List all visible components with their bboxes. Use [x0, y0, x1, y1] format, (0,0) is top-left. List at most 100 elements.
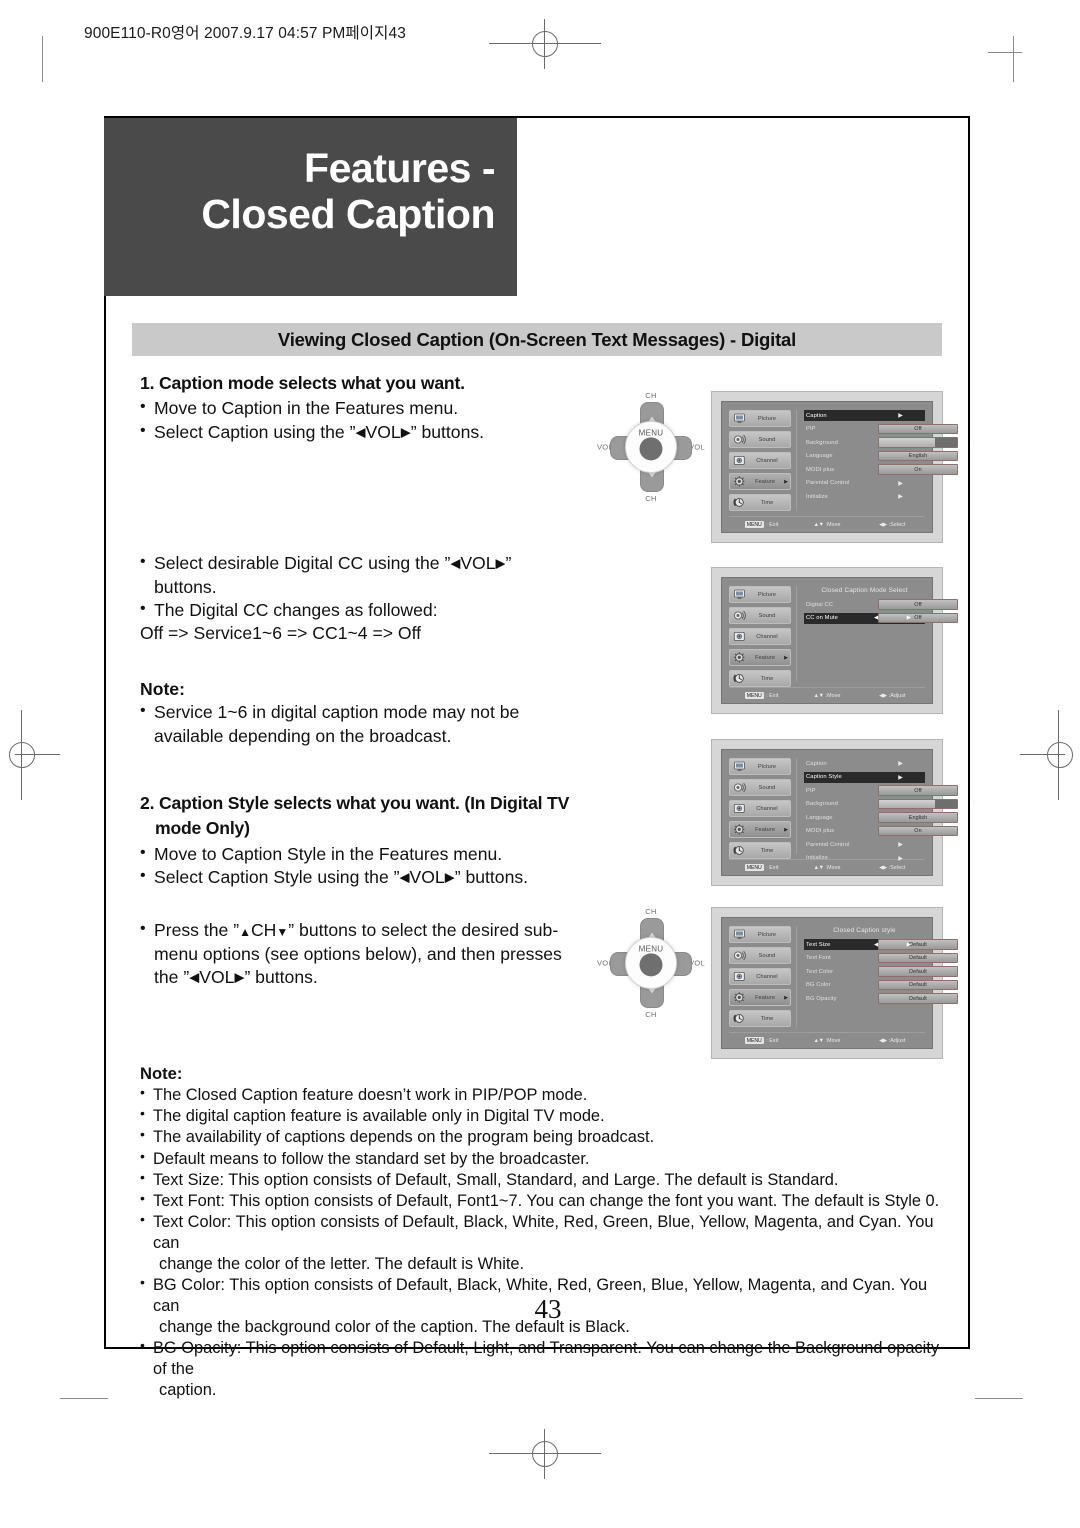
osd-menu-row[interactable]: Caption ▶: [804, 410, 925, 421]
note-item-text: The Closed Caption feature doesn’t work …: [153, 1086, 588, 1105]
osd-sidebar-item-label: Picture: [757, 763, 777, 770]
osd-menu-row[interactable]: Background 7: [804, 798, 975, 810]
osd-value-chip[interactable]: Default: [878, 952, 958, 964]
osd-value-chip[interactable]: Off: [878, 785, 958, 796]
note-2-heading: Note:: [140, 1064, 183, 1083]
feature-icon: [732, 824, 746, 836]
osd-sidebar-item-picture[interactable]: Picture: [729, 586, 791, 603]
osd-menu-row[interactable]: MODI plus On: [804, 464, 958, 475]
osd-menu-row[interactable]: Text Size Default ◀ ▶: [804, 939, 958, 950]
osd-sidebar-item-channel[interactable]: Channel: [729, 968, 791, 985]
osd-footer-action-label: :Select: [888, 864, 906, 871]
osd-sidebar-item-label: Picture: [757, 415, 777, 422]
osd-value-chip[interactable]: English: [878, 450, 958, 462]
osd-menu-row[interactable]: Digital CC Off: [804, 599, 958, 610]
osd-value-chip[interactable]: Off: [878, 599, 958, 610]
osd-sidebar-item-feature[interactable]: Feature ▶: [729, 989, 791, 1006]
osd-menu-row[interactable]: BG Color Default: [804, 979, 958, 991]
osd-footer-action-glyph-icon: ◀▶: [879, 1037, 887, 1044]
osd-adjust-right-icon[interactable]: ▶: [907, 615, 911, 621]
osd-menu-row[interactable]: CC on Mute Off ◀ ▶: [804, 612, 958, 624]
osd-sidebar-item-sound[interactable]: Sound: [729, 947, 791, 964]
osd-adjust-right-icon[interactable]: ▶: [907, 942, 911, 948]
note-item-continuation: caption.: [159, 1381, 217, 1400]
osd-menu-row-value: 7: [878, 437, 975, 448]
osd-menu-row[interactable]: Initialize ▶: [804, 853, 925, 864]
osd-menu-row[interactable]: Caption Style ▶: [804, 771, 925, 783]
osd-footer-select-1: MENU: Exit ▲▼:Move ◀▶:Select: [729, 516, 925, 532]
step-2-heading-line-1: 2. Caption Style selects what you want. …: [140, 792, 570, 813]
osd-body: Picture Sound Channel Feature ▶ Time Closed Ca…: [722, 578, 958, 687]
osd-menu-row[interactable]: Parental Control ▶: [804, 478, 925, 489]
step-3-bullet-1: Move to Caption Style in the Features me…: [140, 842, 592, 866]
osd-menu-row[interactable]: BG Opacity Default: [804, 993, 958, 1004]
osd-value-chip[interactable]: English: [878, 812, 958, 823]
osd-sidebar-item-label: Sound: [758, 436, 776, 443]
osd-value-slider[interactable]: [878, 437, 958, 448]
osd-value-chip[interactable]: Default: [878, 993, 958, 1004]
osd-sidebar-item-sound[interactable]: Sound: [729, 607, 791, 624]
osd-menu-row-label: Language: [806, 453, 833, 459]
time-icon: [732, 673, 746, 685]
page-title: Features - Closed Caption: [104, 145, 495, 238]
osd-sidebar-item-sound[interactable]: Sound: [729, 431, 791, 448]
osd-footer-move: ▲▼:Move: [794, 865, 859, 871]
osd-menu-row[interactable]: Text Color Default: [804, 966, 958, 977]
osd-sidebar-item-picture[interactable]: Picture: [729, 758, 791, 775]
notes-list: The Closed Caption feature doesn’t work …: [140, 1084, 940, 1401]
osd-sidebar-item-time[interactable]: Time: [729, 1010, 791, 1027]
osd-menu-row[interactable]: Language English: [804, 450, 958, 462]
osd-sidebar-item-time[interactable]: Time: [729, 494, 791, 511]
osd-menu-row-label: Parental Control: [806, 841, 850, 848]
osd-menu-panel: Caption ▶ PIP Off Background 7 Language English…: [797, 410, 975, 511]
osd-footer-move: ▲▼:Move: [794, 693, 859, 699]
osd-menu-row[interactable]: Parental Control ▶: [804, 839, 925, 850]
vol-left-triangle-icon: ◀: [189, 969, 200, 985]
osd-menu-row[interactable]: MODI plus On: [804, 825, 958, 837]
osd-menu-row[interactable]: Text Font Default: [804, 952, 958, 964]
osd-sidebar-item-feature[interactable]: Feature ▶: [729, 649, 791, 666]
osd-submenu-arrow-icon: ▶: [898, 855, 903, 862]
osd-value-chip[interactable]: Off: [878, 423, 958, 435]
osd-footer-menu-key: MENU: [744, 1037, 764, 1044]
osd-sidebar-item-time[interactable]: Time: [729, 670, 791, 687]
osd-menu-row[interactable]: Language English: [804, 812, 958, 823]
osd-footer-menu-key: MENU: [744, 864, 764, 871]
navpad-ch-down-label: CH: [645, 494, 657, 503]
osd-menu-row[interactable]: Initialize ▶: [804, 491, 925, 502]
osd-value-chip[interactable]: Default: [878, 966, 958, 977]
osd-sidebar-item-channel[interactable]: Channel: [729, 800, 791, 817]
osd-sidebar-item-picture[interactable]: Picture: [729, 410, 791, 427]
step-2-bullet-1: Select desirable Digital CC using the ”◀…: [140, 551, 592, 599]
sound-icon: [732, 434, 746, 446]
picture-icon: [732, 761, 746, 773]
osd-menu-row[interactable]: Caption ▶: [804, 758, 925, 769]
osd-footer-action-label: :Select: [888, 521, 906, 528]
osd-value-chip[interactable]: On: [878, 825, 958, 837]
step-1-bullet-2-post: ” buttons.: [410, 421, 485, 442]
osd-sidebar: Picture Sound Channel Feature ▶ Time: [729, 586, 797, 687]
osd-value-chip[interactable]: Off: [878, 612, 958, 624]
osd-value-chip[interactable]: On: [878, 464, 958, 475]
vol-label-2: VOL: [460, 553, 496, 574]
sound-icon: [732, 950, 746, 962]
osd-value-chip[interactable]: Default: [878, 939, 958, 950]
osd-value-slider[interactable]: [878, 798, 958, 810]
osd-sidebar-item-channel[interactable]: Channel: [729, 628, 791, 645]
osd-sidebar-item-picture[interactable]: Picture: [729, 926, 791, 943]
osd-sidebar-item-arrow-icon: ▶: [784, 654, 788, 661]
osd-sidebar-item-feature[interactable]: Feature ▶: [729, 821, 791, 838]
osd-adjust-left-icon[interactable]: ◀: [874, 615, 878, 621]
osd-menu-row[interactable]: PIP Off: [804, 785, 958, 796]
osd-sidebar-item-channel[interactable]: Channel: [729, 452, 791, 469]
navpad-menu-button[interactable]: [639, 437, 663, 461]
navpad-menu-button[interactable]: [639, 953, 663, 977]
osd-sidebar-item-time[interactable]: Time: [729, 842, 791, 859]
osd-menu-row[interactable]: Background 7: [804, 437, 975, 448]
osd-value-chip[interactable]: Default: [878, 979, 958, 991]
osd-sidebar-item-sound[interactable]: Sound: [729, 779, 791, 796]
osd-adjust-left-icon[interactable]: ◀: [874, 942, 878, 948]
osd-sidebar-item-feature[interactable]: Feature ▶: [729, 473, 791, 490]
osd-screen: Picture Sound Channel Feature ▶ Time Caption ▶ P…: [721, 401, 975, 533]
osd-menu-row[interactable]: PIP Off: [804, 423, 958, 435]
